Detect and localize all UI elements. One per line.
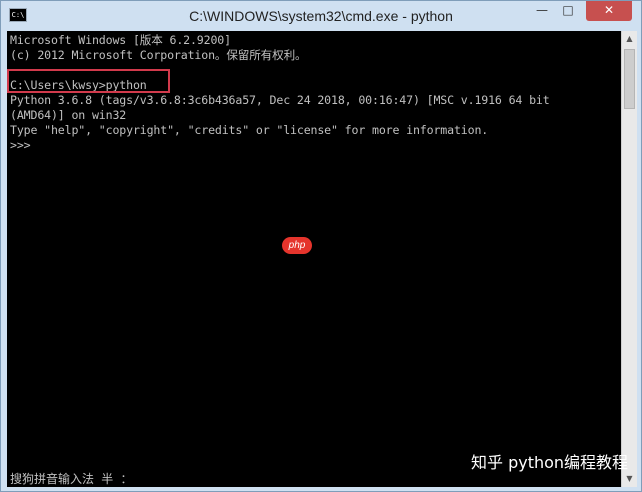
watermark-text: 知乎 python编程教程 — [471, 451, 628, 475]
close-button[interactable]: ✕ — [586, 1, 632, 21]
minimize-button[interactable]: — — [529, 1, 555, 21]
ime-status-bar: 搜狗拼音输入法 半 ： — [10, 472, 133, 486]
command-highlight-box — [7, 69, 170, 93]
console-line-version: Microsoft Windows [版本 6.2.9200] — [10, 33, 231, 47]
maximize-button[interactable]: □ — [555, 1, 581, 21]
console-line-python-version: Python 3.6.8 (tags/v3.6.8:3c6b436a57, De… — [10, 93, 550, 107]
console-line-copyright: (c) 2012 Microsoft Corporation。保留所有权利。 — [10, 48, 307, 62]
console-prompt[interactable]: >>> — [10, 138, 31, 153]
php-watermark-badge: php — [282, 237, 312, 254]
console-line-help: Type "help", "copyright", "credits" or "… — [10, 123, 489, 137]
watermark-label: 知乎 python编程教程 — [471, 453, 629, 472]
vertical-scrollbar[interactable]: ▲ ▼ — [621, 31, 637, 487]
scroll-up-arrow-icon[interactable]: ▲ — [622, 31, 637, 47]
scroll-thumb[interactable] — [624, 49, 635, 109]
console-output[interactable]: Microsoft Windows [版本 6.2.9200] (c) 2012… — [7, 31, 621, 487]
console-line-platform: (AMD64)] on win32 — [10, 108, 127, 122]
title-bar[interactable]: C:\ C:\WINDOWS\system32\cmd.exe - python… — [1, 1, 641, 31]
cmd-window: C:\ C:\WINDOWS\system32\cmd.exe - python… — [0, 0, 642, 492]
